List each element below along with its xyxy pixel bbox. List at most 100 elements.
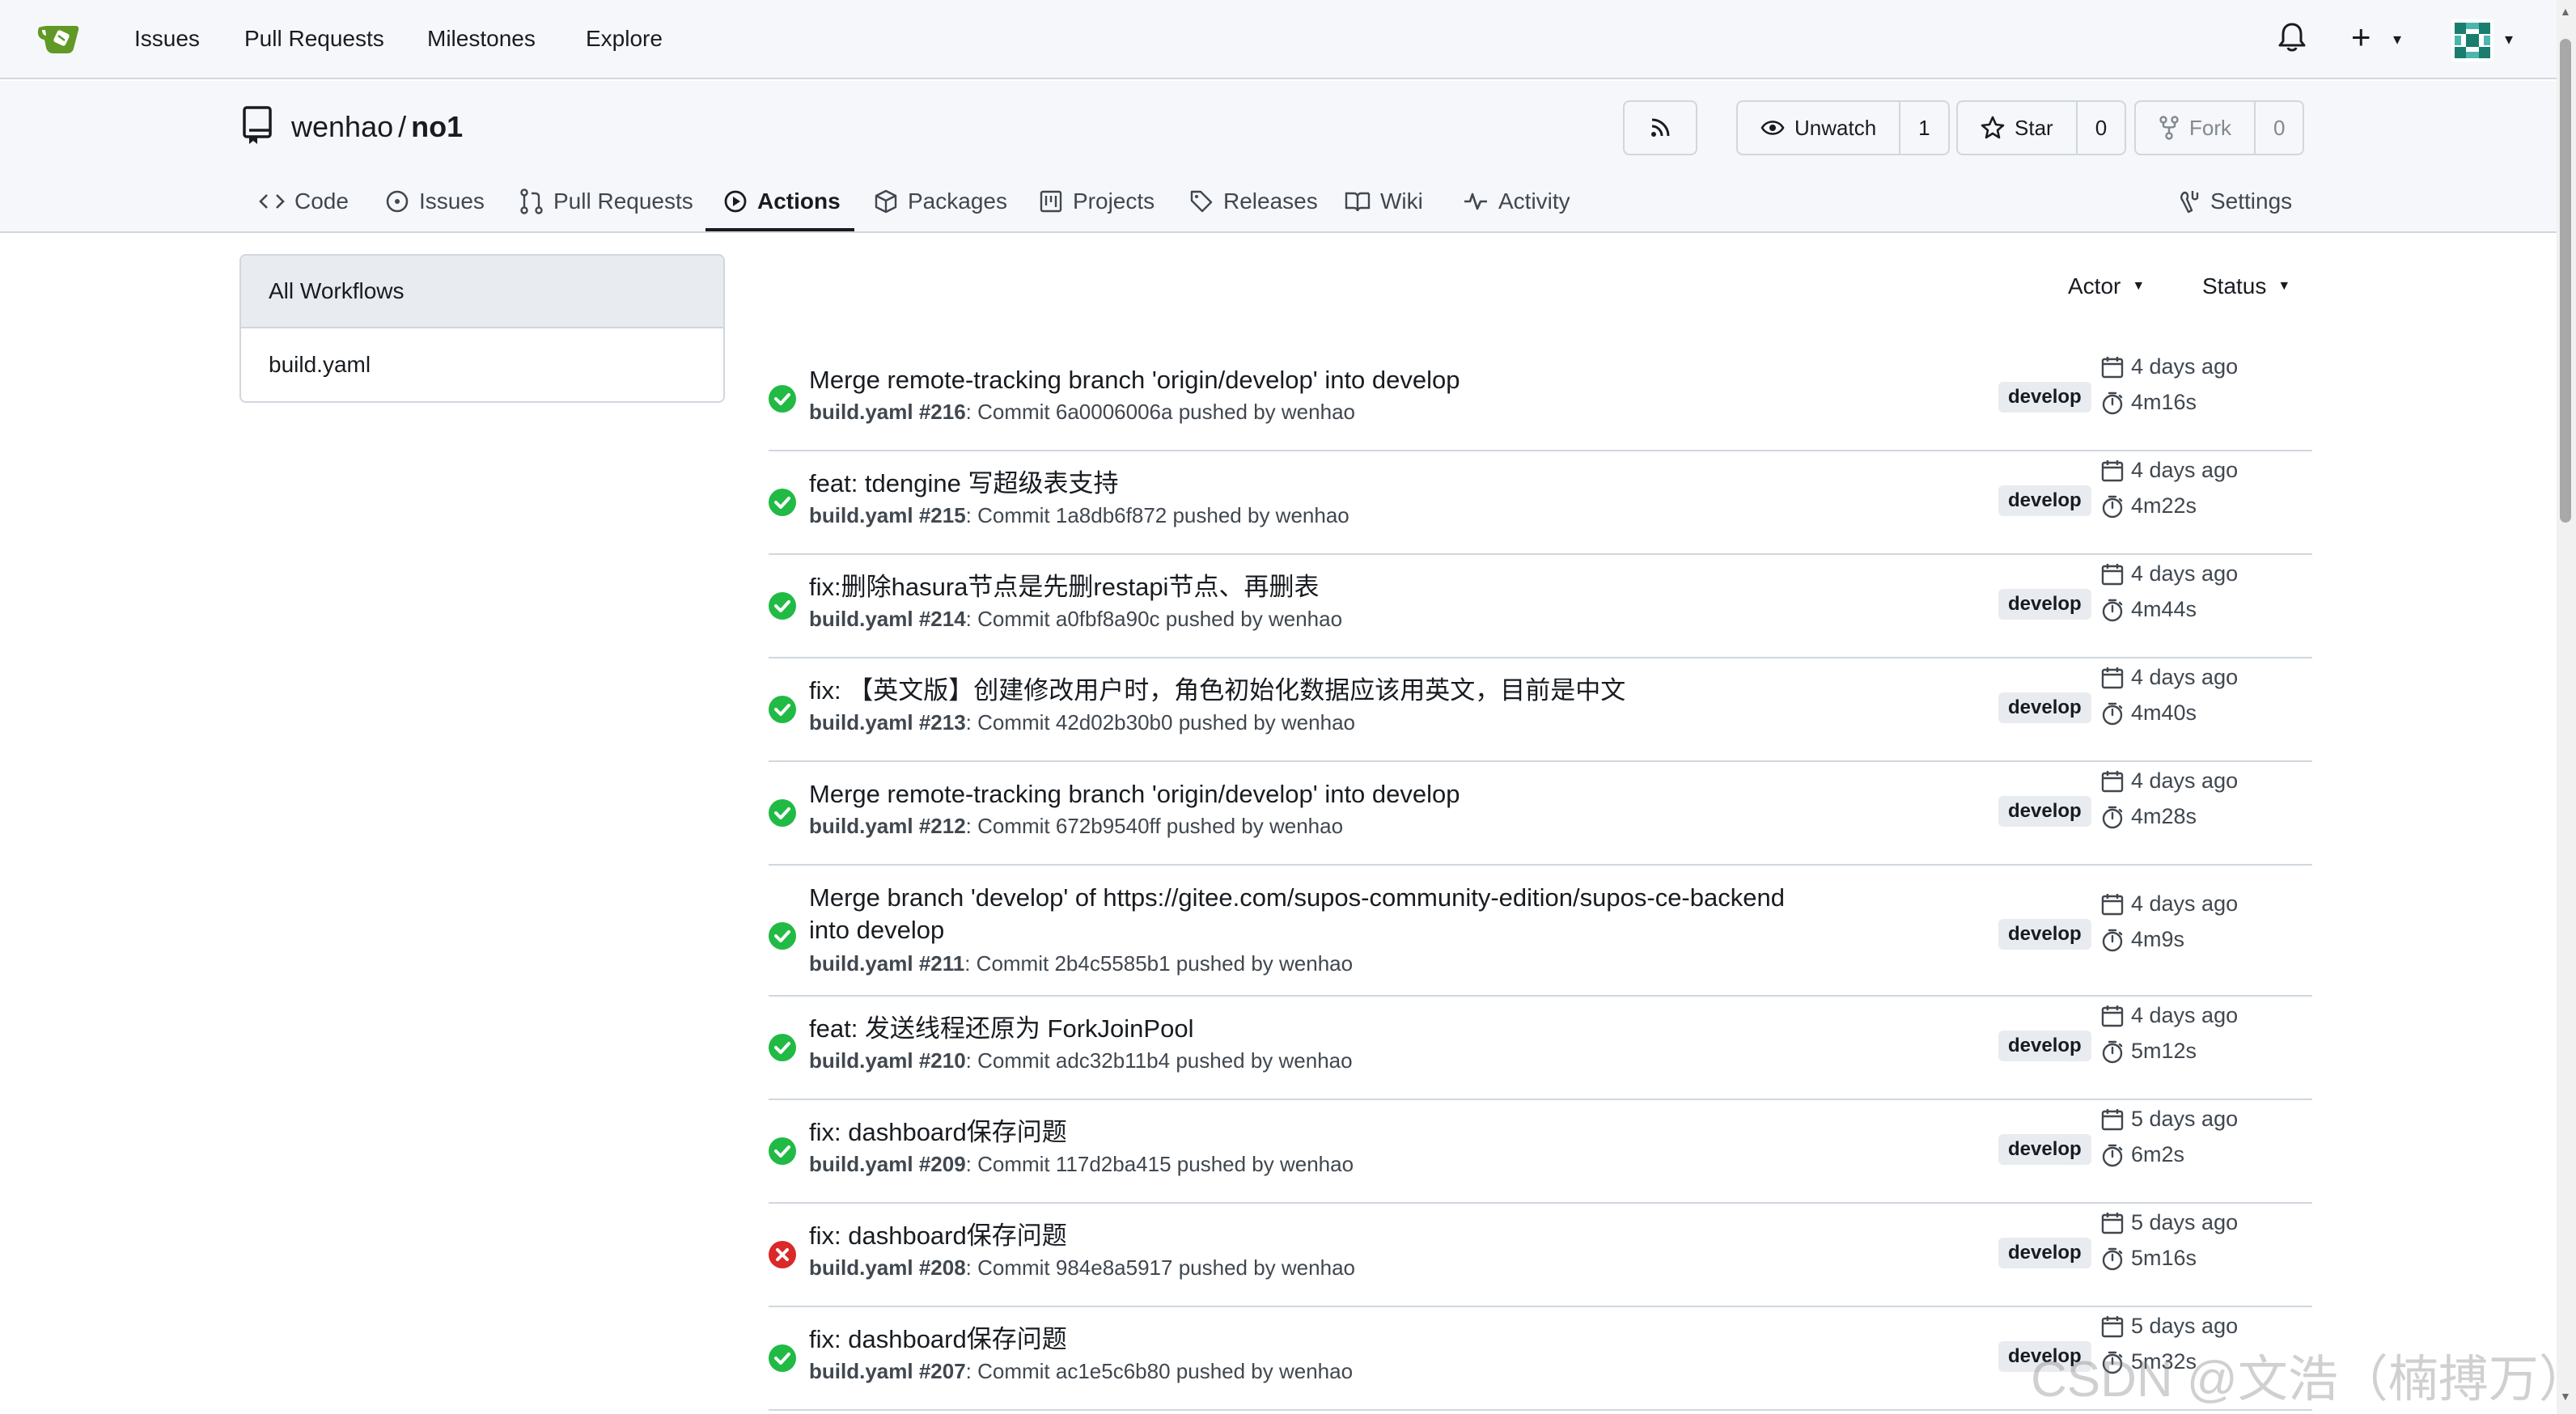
sidebar-item-all-workflows[interactable]: All Workflows: [241, 256, 723, 328]
run-workflow-link[interactable]: build.yaml: [809, 710, 913, 735]
run-workflow-link[interactable]: build.yaml: [809, 1152, 913, 1176]
create-dropdown-caret-icon[interactable]: ▾: [2393, 29, 2401, 49]
run-title-link[interactable]: fix: 【英文版】创建修改用户时，角色初始化数据应该用英文，目前是中文: [809, 675, 1788, 707]
branch-badge[interactable]: develop: [1998, 1031, 2091, 1061]
run-workflow-link[interactable]: build.yaml: [809, 400, 913, 424]
gitea-logo-icon[interactable]: [36, 18, 86, 60]
tab-packages[interactable]: Packages: [874, 170, 1007, 233]
unwatch-button[interactable]: Unwatch: [1738, 102, 1899, 154]
user-avatar[interactable]: [2451, 19, 2493, 61]
fork-button[interactable]: Fork: [2136, 102, 2254, 154]
branch-badge[interactable]: develop: [1998, 485, 2091, 516]
workflow-run-row[interactable]: fix: dashboard保存问题 build.yaml #208: Comm…: [769, 1204, 2312, 1307]
rss-feed-button[interactable]: [1623, 100, 1697, 155]
actor-filter-dropdown[interactable]: Actor ▼: [2068, 273, 2145, 299]
workflow-run-row[interactable]: Merge remote-tracking branch 'origin/dev…: [769, 762, 2312, 866]
tag-icon: [1190, 190, 1213, 213]
tab-issues[interactable]: Issues: [385, 170, 485, 233]
run-duration-label: 4m9s: [2131, 927, 2185, 951]
run-title-link[interactable]: feat: 发送线程还原为 ForkJoinPool: [809, 1013, 1788, 1045]
run-number[interactable]: #214: [919, 607, 966, 631]
pull-request-icon: [520, 188, 543, 214]
tab-issues-label: Issues: [419, 188, 485, 214]
scroll-up-arrow-icon[interactable]: ▲: [2560, 5, 2571, 18]
branch-badge[interactable]: develop: [1998, 1238, 2091, 1268]
run-workflow-link[interactable]: build.yaml: [809, 1359, 913, 1383]
tab-wiki-label: Wiki: [1380, 188, 1423, 214]
sidebar-item-build-yaml[interactable]: build.yaml: [241, 328, 723, 401]
run-meta: build.yaml #209: Commit 117d2ba415 pushe…: [809, 1150, 1354, 1178]
run-title-link[interactable]: Merge branch 'develop' of https://gitee.…: [809, 882, 1788, 946]
nav-explore-link[interactable]: Explore: [586, 26, 663, 52]
repo-name-link[interactable]: no1: [411, 110, 463, 143]
run-title-link[interactable]: fix: dashboard保存问题: [809, 1323, 1788, 1356]
run-title-link[interactable]: fix: dashboard保存问题: [809, 1116, 1788, 1149]
tab-releases[interactable]: Releases: [1189, 170, 1318, 233]
branch-badge[interactable]: develop: [1998, 589, 2091, 620]
notifications-bell-icon[interactable]: [2277, 21, 2307, 53]
user-menu-caret-icon[interactable]: ▾: [2505, 29, 2513, 49]
sidebar-item-label: build.yaml: [269, 352, 371, 377]
run-title-link[interactable]: Merge remote-tracking branch 'origin/dev…: [809, 364, 1788, 396]
branch-badge[interactable]: develop: [1998, 382, 2091, 413]
star-button[interactable]: Star: [1958, 102, 2076, 154]
workflow-run-row[interactable]: fix:删除hasura节点是先删restapi节点、再删表 build.yam…: [769, 555, 2312, 658]
run-duration: 4m44s: [2100, 597, 2197, 622]
tab-activity[interactable]: Activity: [1463, 170, 1570, 233]
branch-badge[interactable]: develop: [1998, 919, 2091, 950]
star-count[interactable]: 0: [2075, 102, 2125, 154]
calendar-icon: [2101, 1315, 2124, 1337]
run-workflow-link[interactable]: build.yaml: [809, 1048, 913, 1073]
run-title-link[interactable]: Merge remote-tracking branch 'origin/dev…: [809, 778, 1788, 811]
run-number[interactable]: #209: [919, 1152, 966, 1176]
run-meta: build.yaml #207: Commit ac1e5c6b80 pushe…: [809, 1357, 1353, 1385]
branch-badge[interactable]: develop: [1998, 692, 2091, 723]
tab-projects[interactable]: Projects: [1039, 170, 1155, 233]
stopwatch-icon: [2102, 1247, 2123, 1270]
run-number[interactable]: #208: [919, 1255, 966, 1280]
tab-wiki[interactable]: Wiki: [1345, 170, 1423, 233]
create-new-plus-icon[interactable]: +: [2351, 18, 2371, 57]
run-title-link[interactable]: fix: dashboard保存问题: [809, 1220, 1788, 1252]
fork-count[interactable]: 0: [2254, 102, 2303, 154]
workflow-run-row[interactable]: fix: 【英文版】创建修改用户时，角色初始化数据应该用英文，目前是中文 bui…: [769, 658, 2312, 762]
run-number[interactable]: #212: [919, 814, 966, 838]
tab-code[interactable]: Code: [259, 170, 349, 233]
run-title-link[interactable]: feat: tdengine 写超级表支持: [809, 468, 1788, 500]
top-navbar: Issues Pull Requests Milestones Explore …: [0, 0, 2576, 79]
run-number[interactable]: #210: [919, 1048, 966, 1073]
run-number[interactable]: #207: [919, 1359, 966, 1383]
run-workflow-link[interactable]: build.yaml: [809, 814, 913, 838]
run-number[interactable]: #215: [919, 503, 966, 527]
run-workflow-link[interactable]: build.yaml: [809, 1255, 913, 1280]
workflow-run-row[interactable]: fix: dashboard保存问题 build.yaml #209: Comm…: [769, 1100, 2312, 1204]
run-number[interactable]: #211: [919, 951, 964, 976]
tab-actions[interactable]: Actions: [723, 170, 841, 233]
run-title-link[interactable]: fix:删除hasura节点是先删restapi节点、再删表: [809, 571, 1788, 603]
nav-milestones-link[interactable]: Milestones: [427, 26, 536, 52]
branch-badge[interactable]: develop: [1998, 1134, 2091, 1165]
run-number[interactable]: #213: [919, 710, 966, 735]
workflow-run-row[interactable]: Merge remote-tracking branch 'origin/dev…: [769, 348, 2312, 451]
workflow-run-row[interactable]: Merge branch 'develop' of https://gitee.…: [769, 866, 2312, 997]
check-circle-icon: [769, 799, 796, 827]
nav-pull-requests-link[interactable]: Pull Requests: [244, 26, 384, 52]
tab-settings[interactable]: Settings: [2178, 170, 2292, 233]
run-number[interactable]: #216: [919, 400, 966, 424]
repo-icon: [243, 106, 272, 144]
status-filter-dropdown[interactable]: Status ▼: [2202, 273, 2290, 299]
page-scrollbar-thumb[interactable]: [2560, 39, 2571, 523]
workflow-run-row[interactable]: feat: 发送线程还原为 ForkJoinPool build.yaml #2…: [769, 997, 2312, 1100]
watch-count[interactable]: 1: [1899, 102, 1947, 154]
run-duration: 4m9s: [2100, 927, 2184, 952]
run-workflow-link[interactable]: build.yaml: [809, 951, 913, 976]
workflow-run-row[interactable]: feat: tdengine 写超级表支持 build.yaml #215: C…: [769, 451, 2312, 555]
tab-pull-requests[interactable]: Pull Requests: [519, 170, 693, 233]
nav-issues-link[interactable]: Issues: [134, 26, 200, 52]
run-workflow-link[interactable]: build.yaml: [809, 503, 913, 527]
branch-badge[interactable]: develop: [1998, 796, 2091, 827]
run-meta: build.yaml #208: Commit 984e8a5917 pushe…: [809, 1254, 1355, 1281]
run-workflow-link[interactable]: build.yaml: [809, 607, 913, 631]
repo-owner-link[interactable]: wenhao: [291, 110, 393, 143]
run-meta: build.yaml #215: Commit 1a8db6f872 pushe…: [809, 502, 1349, 529]
